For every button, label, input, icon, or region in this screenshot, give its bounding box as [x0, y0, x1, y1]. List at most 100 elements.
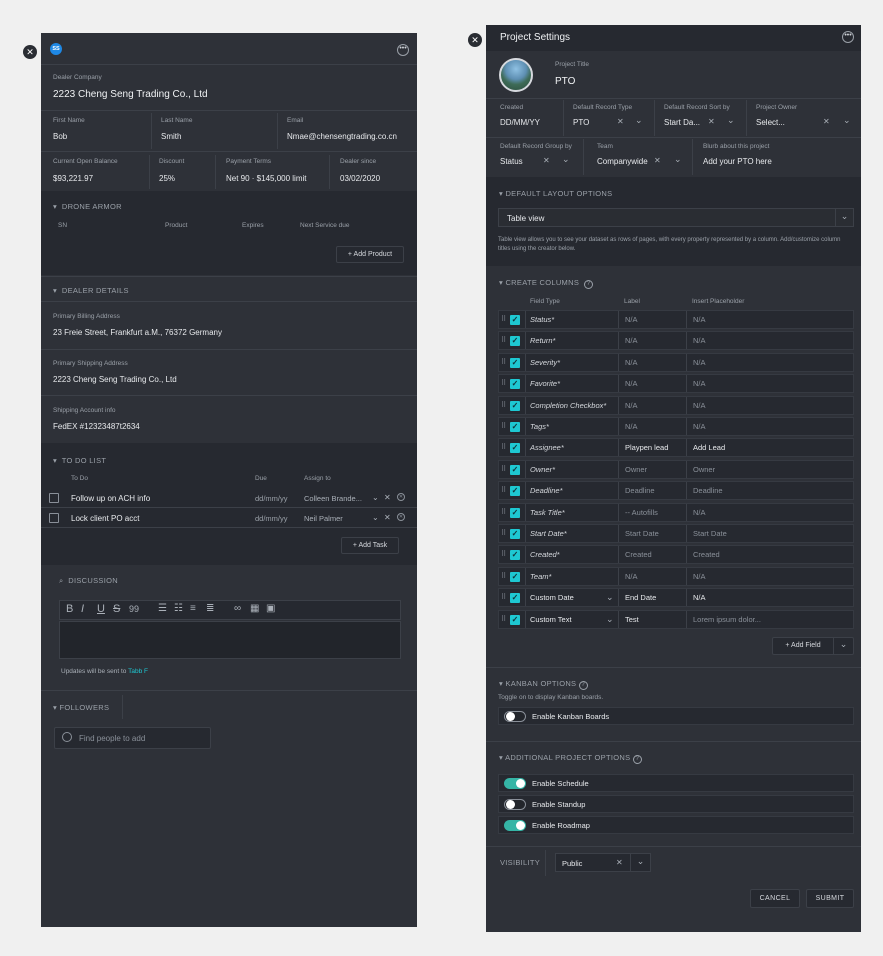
drag-handle-icon[interactable]: ⠿ [501, 379, 506, 387]
chevron-down-icon[interactable]: ⌄ [562, 154, 570, 165]
clear-icon[interactable]: ✕ [617, 117, 624, 126]
field-label[interactable]: -- Autofills [625, 504, 658, 521]
clear-icon[interactable]: ✕ [543, 156, 550, 165]
chevron-down-icon[interactable]: ⌄ [727, 115, 735, 126]
chevron-down-icon[interactable]: ⌄ [635, 115, 643, 126]
field-placeholder[interactable]: N/A [693, 332, 706, 349]
field-placeholder[interactable]: N/A [693, 504, 706, 521]
chevron-down-icon[interactable]: ⌄ [372, 493, 379, 502]
layout-select[interactable]: Table view ⌄ [498, 208, 854, 227]
chevron-down-icon[interactable]: ⌄ [606, 589, 614, 606]
team-select[interactable]: Companywide [597, 157, 648, 166]
todo-due[interactable]: dd/mm/yy [255, 494, 288, 503]
checkbox-checked-icon[interactable]: ✓ [510, 379, 520, 390]
field-placeholder[interactable]: N/A [693, 589, 706, 606]
checkbox-checked-icon[interactable]: ✓ [510, 614, 520, 625]
drone-armor-toggle[interactable]: ▾ DRONE ARMOR [53, 202, 122, 211]
standup-toggle[interactable] [504, 799, 526, 810]
field-label[interactable]: N/A [625, 568, 638, 585]
checkbox-checked-icon[interactable]: ✓ [510, 464, 520, 475]
schedule-toggle[interactable] [504, 778, 526, 789]
checkbox-checked-icon[interactable]: ✓ [510, 336, 520, 347]
checkbox-checked-icon[interactable]: ✓ [510, 422, 520, 432]
drag-handle-icon[interactable]: ⠿ [501, 508, 506, 516]
numbered-list-icon[interactable]: ☷ [174, 603, 183, 614]
italic-button[interactable]: I [81, 603, 84, 615]
project-image[interactable] [499, 58, 533, 92]
close-left-panel-button[interactable]: ✕ [23, 45, 37, 59]
field-placeholder[interactable]: Start Date [693, 525, 727, 542]
chevron-down-icon[interactable]: ⌄ [674, 154, 682, 165]
cancel-button[interactable]: CANCEL [750, 889, 800, 908]
field-label[interactable]: Owner [625, 461, 647, 478]
followers-toggle[interactable]: ▾ FOLLOWERS [53, 703, 109, 712]
clear-icon[interactable]: ✕ [384, 493, 391, 502]
field-label[interactable]: N/A [625, 418, 638, 435]
visibility-select[interactable]: Public ✕ ⌄ [555, 853, 651, 872]
field-type[interactable]: Custom Date [530, 589, 574, 606]
checkbox-checked-icon[interactable]: ✓ [510, 529, 520, 539]
roadmap-toggle[interactable] [504, 820, 526, 831]
followers-search[interactable]: Find people to add [54, 727, 211, 749]
quote-button[interactable]: 99 [129, 604, 139, 614]
help-icon[interactable]: ? [632, 755, 642, 764]
field-placeholder[interactable]: N/A [693, 311, 706, 328]
record-sort-select[interactable]: Start Da... [664, 118, 700, 127]
help-icon[interactable]: ? [578, 681, 588, 690]
chevron-down-icon[interactable]: ⌄ [630, 854, 650, 871]
todo-due[interactable]: dd/mm/yy [255, 514, 288, 523]
todo-toggle[interactable]: ▾ TO DO LIST [53, 456, 106, 465]
dealer-details-toggle[interactable]: ▾ DEALER DETAILS [53, 286, 129, 295]
project-title-value[interactable]: PTO [555, 76, 575, 87]
strikethrough-button[interactable]: S [113, 603, 120, 615]
field-placeholder[interactable]: N/A [693, 568, 706, 585]
clear-icon[interactable]: ✕ [823, 117, 830, 126]
field-placeholder[interactable]: Created [693, 546, 720, 563]
chevron-down-icon[interactable]: ⌄ [833, 638, 853, 654]
add-field-button[interactable]: + Add Field ⌄ [772, 637, 854, 655]
checkbox-checked-icon[interactable]: ✓ [510, 550, 520, 561]
project-owner-select[interactable]: Select... [756, 118, 785, 127]
underline-button[interactable]: U [97, 603, 105, 615]
record-type-select[interactable]: PTO [573, 118, 589, 127]
chevron-down-icon[interactable]: ⌄ [606, 611, 614, 628]
image-icon[interactable]: ▣ [266, 603, 275, 614]
field-label[interactable]: N/A [625, 375, 638, 392]
align-left-icon[interactable]: ≡ [190, 603, 196, 614]
more-options-icon[interactable]: ••• [397, 44, 409, 56]
checkbox-checked-icon[interactable]: ✓ [510, 315, 520, 325]
help-icon[interactable]: ? [583, 280, 593, 289]
drag-handle-icon[interactable]: ⠿ [501, 486, 506, 494]
field-placeholder[interactable]: Add Lead [693, 439, 725, 456]
kanban-toggle[interactable] [504, 711, 526, 722]
field-label[interactable]: N/A [625, 311, 638, 328]
field-label[interactable]: N/A [625, 397, 638, 414]
drag-handle-icon[interactable]: ⠿ [501, 422, 506, 430]
created-value[interactable]: DD/MM/YY [500, 118, 540, 127]
field-label[interactable]: N/A [625, 332, 638, 349]
add-task-button[interactable]: + Add Task [341, 537, 399, 554]
discussion-editor[interactable] [59, 621, 401, 659]
drag-handle-icon[interactable]: ⠿ [501, 550, 506, 558]
more-options-icon[interactable]: ••• [842, 31, 854, 43]
remove-icon[interactable]: ✕ [397, 493, 405, 501]
drag-handle-icon[interactable]: ⠿ [501, 529, 506, 537]
bullet-list-icon[interactable]: ☰ [158, 603, 167, 614]
checkbox-checked-icon[interactable]: ✓ [510, 400, 520, 411]
field-placeholder[interactable]: N/A [693, 354, 706, 371]
field-placeholder[interactable]: N/A [693, 375, 706, 392]
updates-recipient-link[interactable]: Tabb F [128, 668, 148, 675]
field-label[interactable]: Start Date [625, 525, 659, 542]
field-type[interactable]: Custom Text [530, 611, 572, 628]
drag-handle-icon[interactable]: ⠿ [501, 593, 506, 601]
checkbox-checked-icon[interactable]: ✓ [510, 357, 520, 368]
group-by-select[interactable]: Status [500, 157, 523, 166]
chevron-down-icon[interactable]: ⌄ [843, 115, 851, 126]
todo-checkbox[interactable] [49, 513, 59, 523]
add-product-button[interactable]: + Add Product [336, 246, 404, 263]
followers-search-input[interactable]: Find people to add [79, 734, 145, 743]
checkbox-checked-icon[interactable]: ✓ [510, 507, 520, 518]
field-placeholder[interactable]: Owner [693, 461, 715, 478]
remove-icon[interactable]: ✕ [397, 513, 405, 521]
checkbox-checked-icon[interactable]: ✓ [510, 593, 520, 604]
